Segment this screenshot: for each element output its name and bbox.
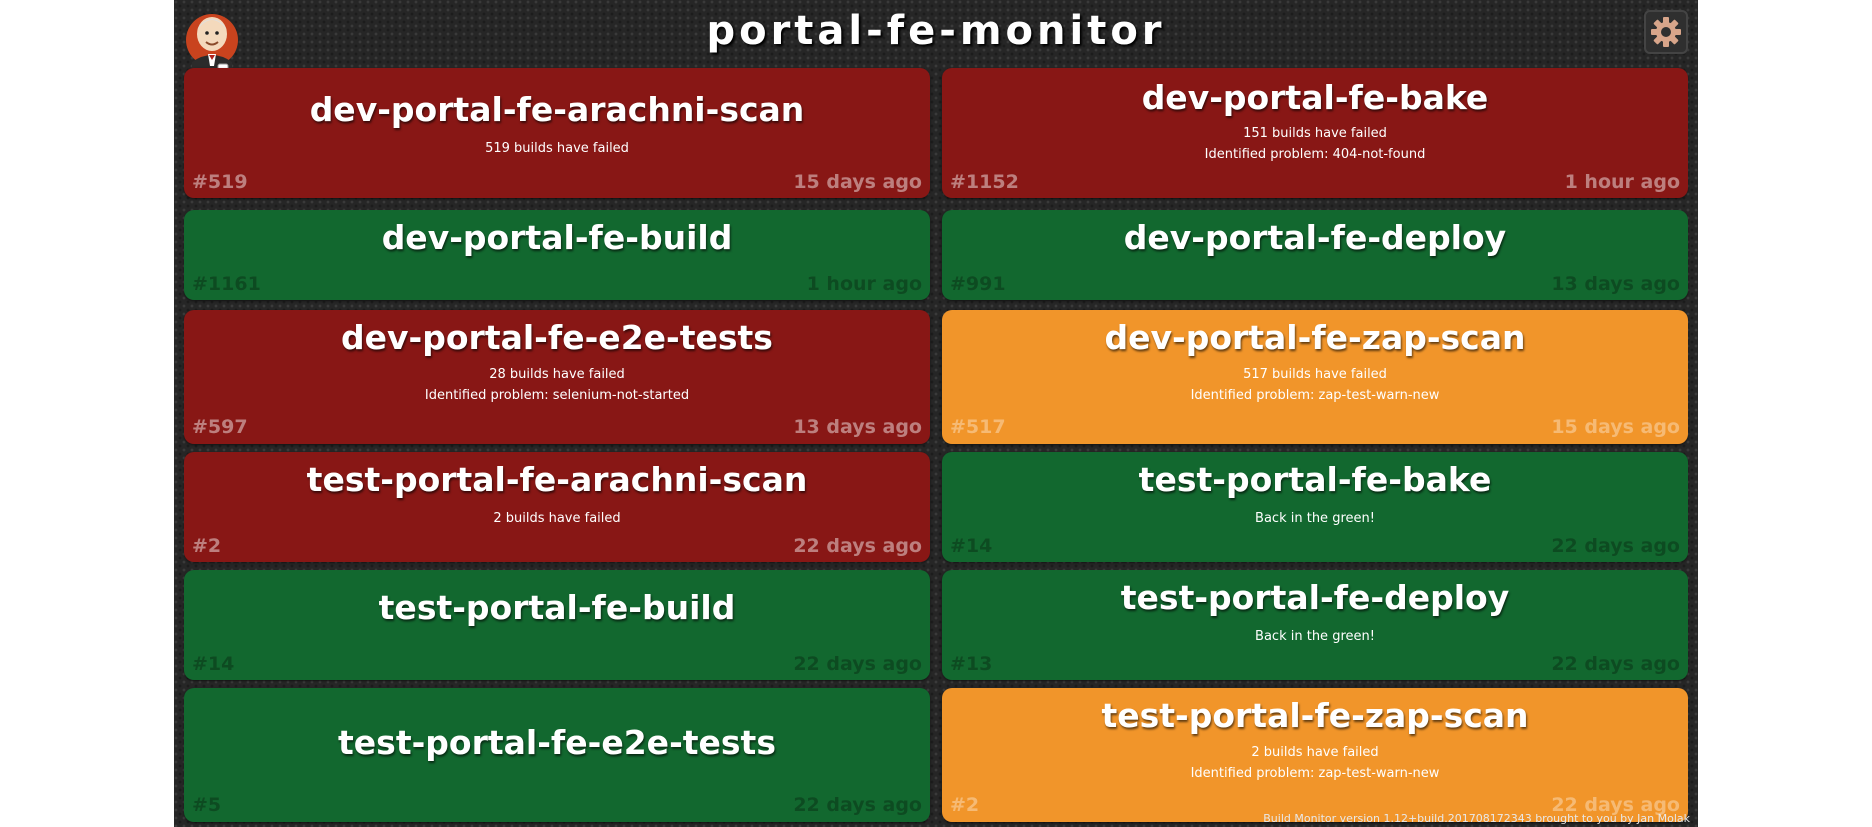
build-time: 1 hour ago	[806, 273, 922, 295]
build-number[interactable]: #13	[950, 653, 992, 675]
job-name: test-portal-fe-arachni-scan	[306, 460, 808, 499]
job-tile-dev-portal-fe-build[interactable]: dev-portal-fe-build #1161 1 hour ago	[184, 210, 930, 300]
job-name: test-portal-fe-deploy	[1120, 578, 1510, 617]
build-time: 1 hour ago	[1564, 171, 1680, 193]
job-status-line: 28 builds have failed	[489, 367, 625, 382]
job-tile-dev-portal-fe-zap-scan[interactable]: dev-portal-fe-zap-scan 517 builds have f…	[942, 310, 1688, 444]
build-time: 22 days ago	[1551, 653, 1680, 675]
job-tile-test-portal-fe-deploy[interactable]: test-portal-fe-deploy Back in the green!…	[942, 570, 1688, 680]
job-problem-line: Identified problem: zap-test-warn-new	[1190, 388, 1440, 403]
job-name: dev-portal-fe-bake	[1141, 78, 1489, 117]
job-tile-dev-portal-fe-e2e-tests[interactable]: dev-portal-fe-e2e-tests 28 builds have f…	[184, 310, 930, 444]
job-problem-line: Identified problem: zap-test-warn-new	[1190, 766, 1440, 781]
page-title: portal-fe-monitor	[706, 8, 1166, 54]
build-number[interactable]: #2	[950, 794, 979, 816]
build-number[interactable]: #517	[950, 416, 1006, 438]
job-name: dev-portal-fe-build	[381, 218, 733, 257]
job-status-line: 2 builds have failed	[493, 511, 621, 526]
job-name: dev-portal-fe-deploy	[1123, 218, 1507, 257]
build-time: 15 days ago	[793, 171, 922, 193]
build-time: 13 days ago	[1551, 273, 1680, 295]
job-tile-test-portal-fe-build[interactable]: test-portal-fe-build #14 22 days ago	[184, 570, 930, 680]
build-number[interactable]: #2	[192, 535, 221, 557]
build-time: 22 days ago	[1551, 535, 1680, 557]
job-tile-test-portal-fe-arachni-scan[interactable]: test-portal-fe-arachni-scan 2 builds hav…	[184, 452, 930, 562]
job-name: dev-portal-fe-zap-scan	[1104, 318, 1526, 357]
job-tile-test-portal-fe-zap-scan[interactable]: test-portal-fe-zap-scan 2 builds have fa…	[942, 688, 1688, 822]
job-name: test-portal-fe-zap-scan	[1101, 696, 1529, 735]
job-tile-dev-portal-fe-deploy[interactable]: dev-portal-fe-deploy #991 13 days ago	[942, 210, 1688, 300]
job-status-line: 151 builds have failed	[1243, 126, 1387, 141]
build-number[interactable]: #14	[192, 653, 234, 675]
build-number[interactable]: #5	[192, 794, 221, 816]
job-problem-line: Identified problem: selenium-not-started	[424, 388, 690, 403]
job-name: test-portal-fe-build	[378, 588, 736, 627]
job-name: dev-portal-fe-e2e-tests	[341, 318, 773, 357]
build-number[interactable]: #1161	[192, 273, 261, 295]
job-status-line: Back in the green!	[1255, 511, 1375, 526]
job-tile-test-portal-fe-bake[interactable]: test-portal-fe-bake Back in the green! #…	[942, 452, 1688, 562]
build-number[interactable]: #991	[950, 273, 1006, 295]
build-time: 22 days ago	[793, 794, 922, 816]
job-name: test-portal-fe-bake	[1138, 460, 1492, 499]
job-status-line: 2 builds have failed	[1251, 745, 1379, 760]
job-tile-dev-portal-fe-bake[interactable]: dev-portal-fe-bake 151 builds have faile…	[942, 68, 1688, 198]
build-time: 22 days ago	[793, 535, 922, 557]
job-name: test-portal-fe-e2e-tests	[338, 723, 776, 762]
settings-button[interactable]	[1644, 10, 1688, 54]
build-number[interactable]: #519	[192, 171, 248, 193]
build-monitor: portal-fe-monitor dev-portal-fe-arachni-…	[174, 0, 1698, 827]
build-number[interactable]: #597	[192, 416, 248, 438]
job-name: dev-portal-fe-arachni-scan	[309, 90, 805, 129]
job-tile-test-portal-fe-e2e-tests[interactable]: test-portal-fe-e2e-tests #5 22 days ago	[184, 688, 930, 822]
job-problem-line: Identified problem: 404-not-found	[1204, 147, 1426, 162]
build-time: 13 days ago	[793, 416, 922, 438]
build-time: 22 days ago	[793, 653, 922, 675]
build-time: 15 days ago	[1551, 416, 1680, 438]
build-number[interactable]: #1152	[950, 171, 1019, 193]
job-status-line: 517 builds have failed	[1243, 367, 1387, 382]
job-status-line: 519 builds have failed	[485, 141, 629, 156]
footer-credits: Build Monitor version 1.12+build.2017081…	[1263, 812, 1690, 825]
job-status-line: Back in the green!	[1255, 629, 1375, 644]
job-tile-dev-portal-fe-arachni-scan[interactable]: dev-portal-fe-arachni-scan 519 builds ha…	[184, 68, 930, 198]
gear-icon	[1651, 17, 1681, 47]
build-number[interactable]: #14	[950, 535, 992, 557]
